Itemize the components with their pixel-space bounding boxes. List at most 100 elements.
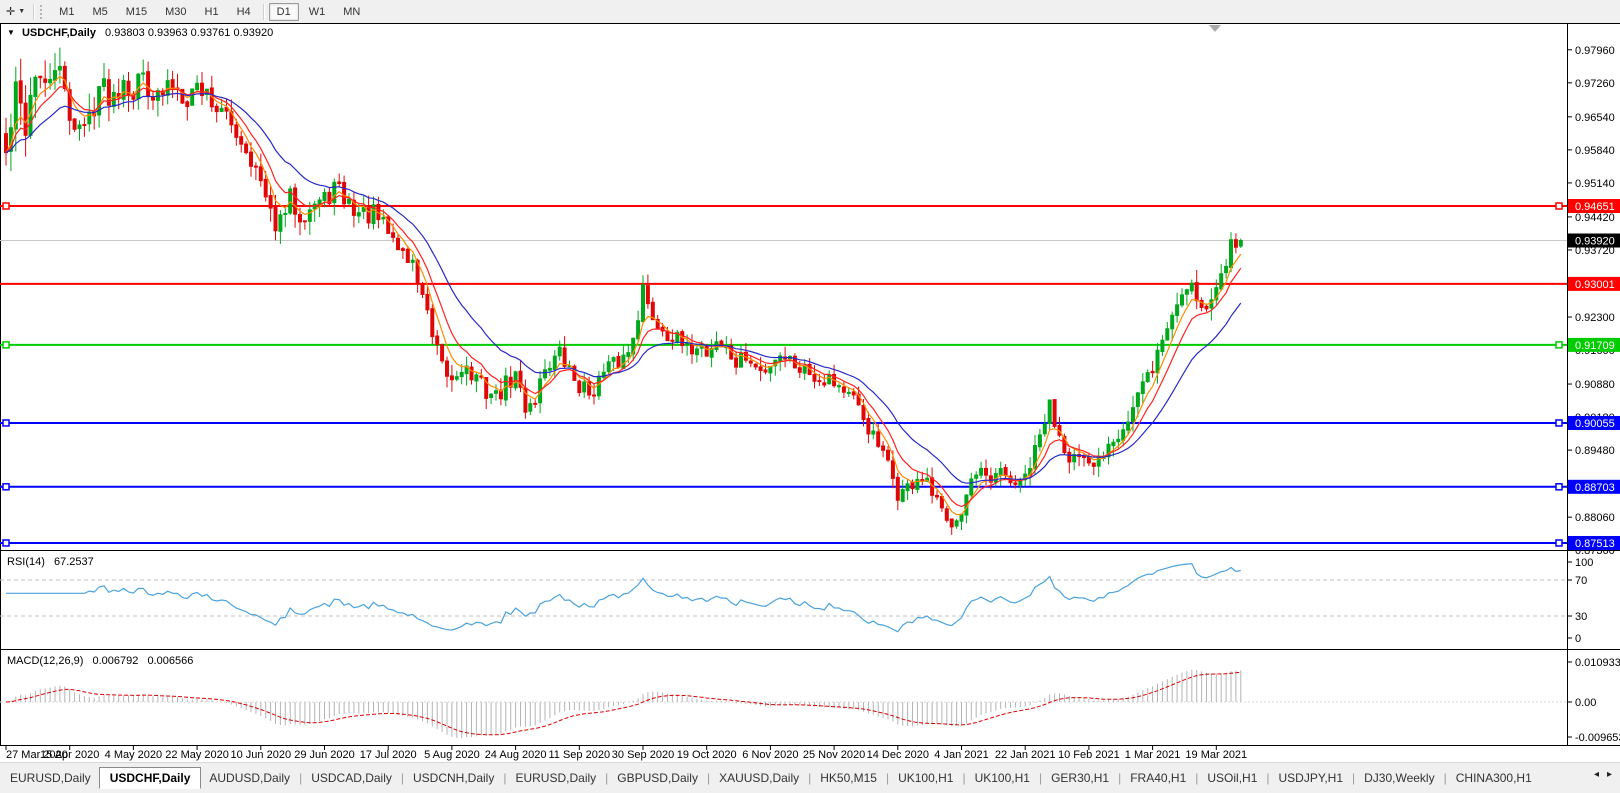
candle <box>1083 457 1086 458</box>
timeframe-button-w1[interactable]: W1 <box>301 3 334 21</box>
chevron-down-icon[interactable]: ▼ <box>18 8 30 15</box>
date-axis-label: 30 Sep 2020 <box>612 749 674 761</box>
collapse-triangle-icon[interactable]: ▼ <box>7 28 15 37</box>
candle <box>1004 468 1007 476</box>
chart-tab-ger30-h1[interactable]: GER30,H1 <box>1043 768 1117 788</box>
chart-tab-eurusd-daily[interactable]: EURUSD,Daily <box>507 768 604 788</box>
chart-canvas[interactable]: 0.979600.972600.965400.958400.951400.944… <box>0 23 1620 762</box>
line-drag-handle[interactable] <box>3 203 9 209</box>
price-axis-label: 0.97260 <box>1575 78 1615 90</box>
candle <box>950 519 953 527</box>
chart-tab-fra40-h1[interactable]: FRA40,H1 <box>1122 768 1194 788</box>
candle <box>823 383 826 385</box>
candle <box>906 484 909 491</box>
line-drag-handle[interactable] <box>1556 203 1562 209</box>
price-axis-label: 0.94420 <box>1575 212 1615 224</box>
candle <box>666 331 669 340</box>
candle <box>980 468 983 475</box>
candle <box>406 249 409 262</box>
candle <box>529 404 532 411</box>
chart-tab-audusd-daily[interactable]: AUDUSD,Daily <box>201 768 298 788</box>
line-drag-handle[interactable] <box>3 420 9 426</box>
date-axis-label: 22 May 2020 <box>165 749 229 761</box>
candle <box>495 391 498 393</box>
candle <box>563 348 566 366</box>
candle <box>686 343 689 344</box>
candle <box>759 367 762 371</box>
chart-tab-eurusd-daily[interactable]: EURUSD,Daily <box>2 768 99 788</box>
line-drag-handle[interactable] <box>3 540 9 546</box>
chart-tab-bar: EURUSD,DailyUSDCHF,DailyAUDUSD,Daily|USD… <box>0 762 1620 793</box>
chart-tab-hk50-m15[interactable]: HK50,M15 <box>812 768 885 788</box>
candle <box>397 238 400 249</box>
timeframe-button-d1[interactable]: D1 <box>269 3 299 21</box>
candle <box>695 349 698 355</box>
price-axis-label: 0.89480 <box>1575 445 1615 457</box>
timeframe-toolbar: ✛ ▼ M1M5M15M30H1H4 D1W1MN <box>0 0 1620 23</box>
chart-tab-usdcnh-daily[interactable]: USDCNH,Daily <box>405 768 502 788</box>
candle <box>436 336 439 344</box>
chart-tab-uk100-h1[interactable]: UK100,H1 <box>890 768 961 788</box>
candle <box>1225 266 1228 272</box>
date-axis-label: 11 Sep 2020 <box>549 749 611 761</box>
macd-indicator-label: MACD(12,26,9) 0.006792 0.006566 <box>7 655 193 667</box>
toolbar-divider <box>263 4 265 20</box>
date-axis-label: 24 Aug 2020 <box>485 749 547 761</box>
candle <box>1141 382 1144 394</box>
candle <box>891 461 894 479</box>
candle <box>1166 329 1169 340</box>
candle <box>735 358 738 367</box>
timeframe-button-m5[interactable]: M5 <box>84 3 115 21</box>
line-drag-handle[interactable] <box>1556 540 1562 546</box>
chart-tab-gbpusd-daily[interactable]: GBPUSD,Daily <box>609 768 706 788</box>
timeframe-button-mn[interactable]: MN <box>335 3 368 21</box>
candle <box>441 345 444 361</box>
timeframe-button-m30[interactable]: M30 <box>157 3 194 21</box>
candle <box>1205 306 1208 309</box>
line-drag-handle[interactable] <box>1556 342 1562 348</box>
candle <box>754 364 757 367</box>
timeframe-button-h1[interactable]: H1 <box>197 3 227 21</box>
chart-tab-dj30-weekly[interactable]: DJ30,Weekly <box>1356 768 1442 788</box>
candle <box>421 285 424 295</box>
chart-tab-china300-h1[interactable]: CHINA300,H1 <box>1448 768 1540 788</box>
candle <box>558 347 561 356</box>
timeframe-button-m15[interactable]: M15 <box>118 3 155 21</box>
timeframe-button-m1[interactable]: M1 <box>51 3 82 21</box>
candle <box>970 479 973 495</box>
candle <box>186 102 189 107</box>
line-drag-handle[interactable] <box>1556 420 1562 426</box>
chart-title: ▼ USDCHF,Daily 0.93803 0.93963 0.93761 0… <box>7 27 273 39</box>
candle <box>254 166 257 167</box>
chart-tab-usdjpy-h1[interactable]: USDJPY,H1 <box>1271 768 1351 788</box>
candle <box>1092 463 1095 466</box>
price-level-badge-text: 0.94651 <box>1575 201 1615 213</box>
chart-tab-usdcad-daily[interactable]: USDCAD,Daily <box>303 768 400 788</box>
cursor-icon[interactable]: ✛ <box>0 5 18 18</box>
line-drag-handle[interactable] <box>3 342 9 348</box>
candle <box>1127 422 1130 430</box>
candle <box>852 392 855 395</box>
candle <box>19 81 22 103</box>
candle <box>798 368 801 373</box>
chart-tab-usoil-h1[interactable]: USOil,H1 <box>1199 768 1265 788</box>
line-drag-handle[interactable] <box>3 484 9 490</box>
candle <box>593 395 596 396</box>
line-drag-handle[interactable] <box>1556 484 1562 490</box>
timeframe-button-h4[interactable]: H4 <box>229 3 259 21</box>
chart-tab-uk100-h1[interactable]: UK100,H1 <box>967 768 1038 788</box>
candle <box>548 368 551 370</box>
candle <box>171 80 174 88</box>
tab-scroll-right-icon[interactable]: ▸ <box>1603 769 1616 780</box>
candle <box>882 446 885 450</box>
rsi-name: RSI(14) <box>7 556 45 568</box>
toolbar-drag-grip[interactable] <box>40 5 46 19</box>
candle <box>1230 240 1233 268</box>
chart-tab-xauusd-daily[interactable]: XAUUSD,Daily <box>711 768 807 788</box>
tab-scroll-left-icon[interactable]: ◂ <box>1590 769 1603 780</box>
chart-tab-usdchf-daily[interactable]: USDCHF,Daily <box>99 767 202 789</box>
candle <box>142 73 145 74</box>
candle <box>1117 439 1120 441</box>
date-axis-label: 25 Nov 2020 <box>803 749 865 761</box>
price-level-badge-text: 0.90055 <box>1575 418 1615 430</box>
